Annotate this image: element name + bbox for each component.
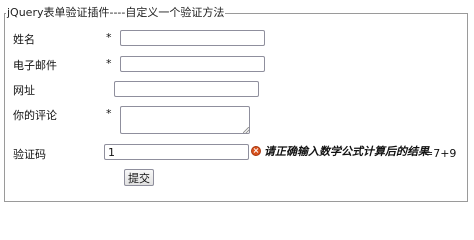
url-label: 网址 bbox=[13, 84, 35, 97]
resize-grip-icon[interactable] bbox=[243, 127, 249, 133]
email-label: 电子邮件 bbox=[13, 59, 57, 72]
comment-textarea[interactable] bbox=[120, 106, 250, 134]
name-required-mark: * bbox=[106, 31, 112, 44]
name-input[interactable] bbox=[120, 30, 265, 46]
form-legend: jQuery表单验证插件----自定义一个验证方法 bbox=[7, 6, 225, 19]
captcha-label: 验证码 bbox=[13, 148, 46, 161]
captcha-question: =7+9 bbox=[424, 147, 457, 160]
email-required-mark: * bbox=[106, 57, 112, 70]
submit-button[interactable]: 提交 bbox=[124, 169, 154, 186]
email-input[interactable] bbox=[120, 56, 265, 72]
comment-textarea-wrap bbox=[120, 106, 250, 134]
comment-label: 你的评论 bbox=[13, 109, 57, 122]
captcha-input[interactable] bbox=[104, 144, 249, 160]
url-input[interactable] bbox=[114, 81, 259, 97]
comment-required-mark: * bbox=[106, 107, 112, 120]
name-label: 姓名 bbox=[13, 33, 35, 46]
error-x-icon: × bbox=[251, 146, 261, 156]
captcha-error: × 请正确输入数学公式计算后的结果 bbox=[251, 144, 429, 158]
captcha-error-message: 请正确输入数学公式计算后的结果 bbox=[264, 145, 429, 158]
